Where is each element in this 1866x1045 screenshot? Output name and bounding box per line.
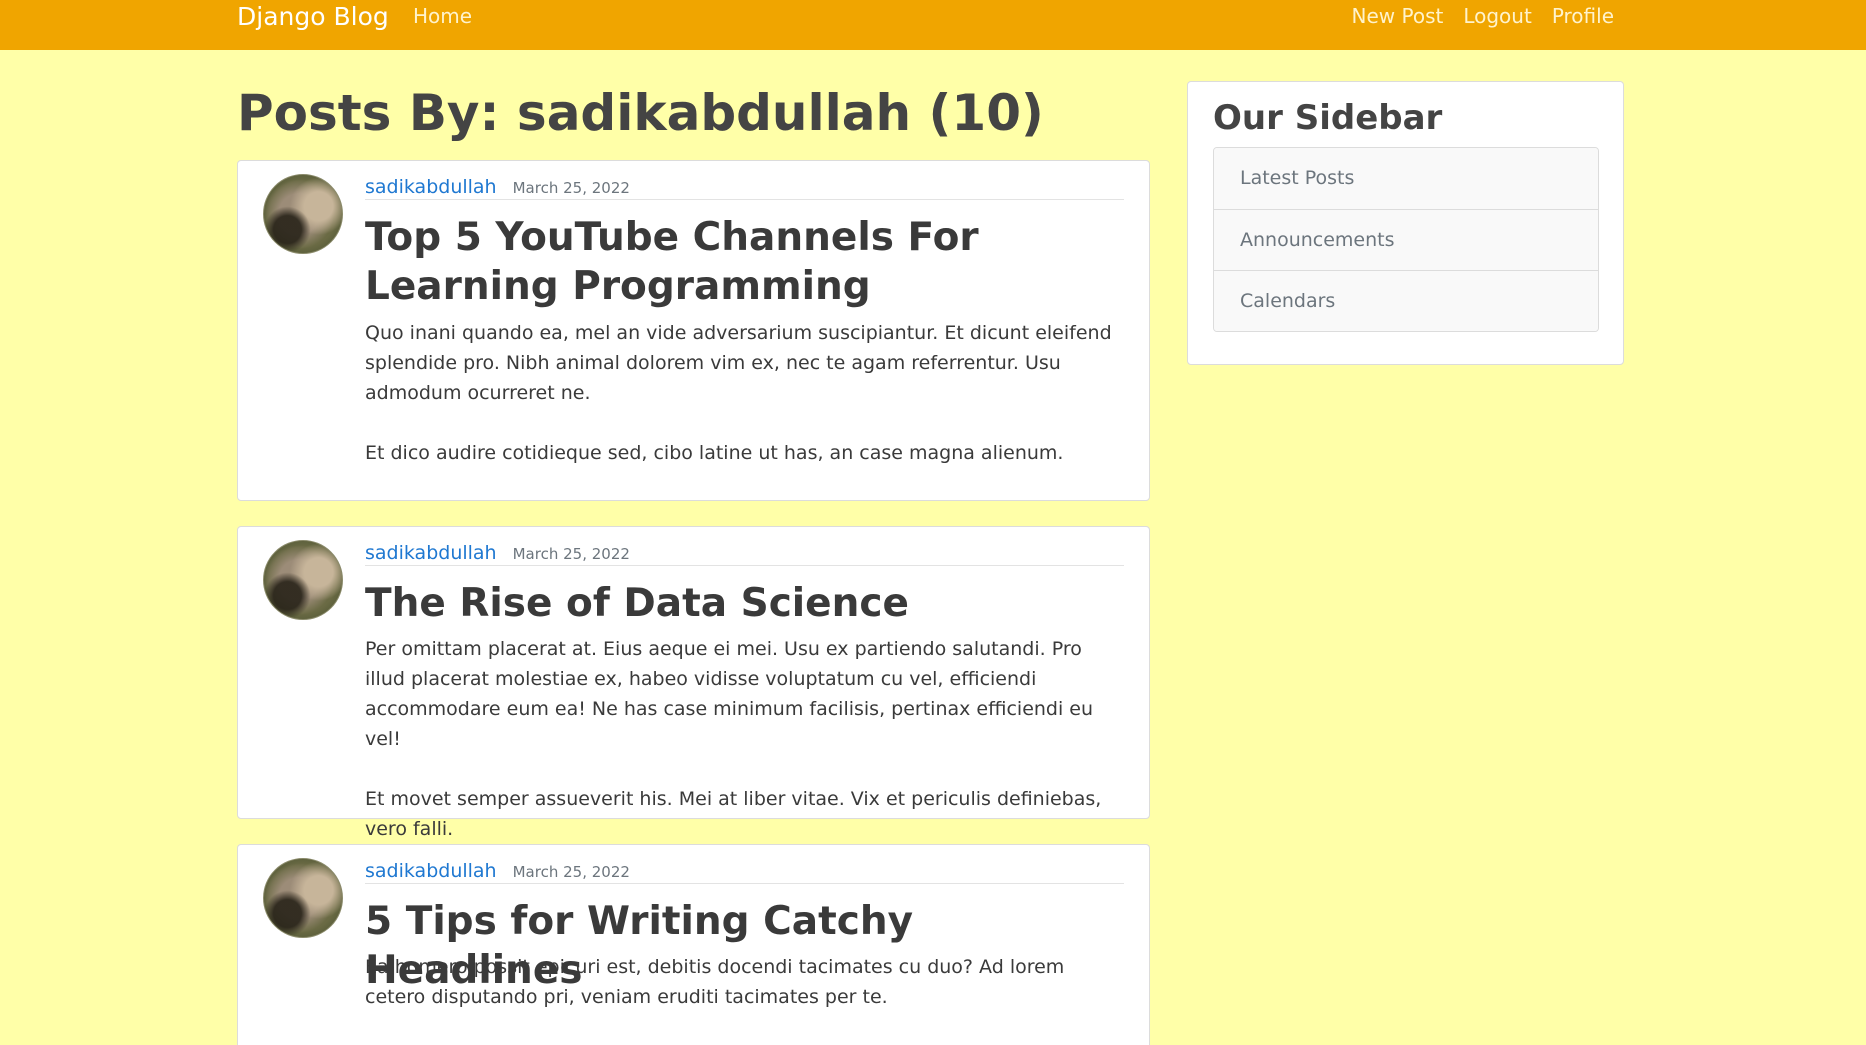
post-content: Ea homero possit epicuri est, debitis do…	[365, 952, 1124, 1012]
post-card: sadikabdullah March 25, 2022 Top 5 YouTu…	[237, 160, 1150, 501]
nav-new-post-link[interactable]: New Post	[1352, 0, 1444, 33]
post-meta: sadikabdullah March 25, 2022	[365, 176, 1124, 200]
post-title-link[interactable]: The Rise of Data Science	[365, 579, 1124, 628]
post-paragraph: Et dico audire cotidieque sed, cibo lati…	[365, 442, 1064, 464]
author-avatar	[263, 540, 343, 620]
post-date: March 25, 2022	[512, 545, 630, 563]
post-card: sadikabdullah March 25, 2022 5 Tips for …	[237, 844, 1150, 1045]
nav-logout-link[interactable]: Logout	[1463, 0, 1531, 33]
nav-home-link[interactable]: Home	[413, 0, 472, 33]
post-author-link[interactable]: sadikabdullah	[365, 542, 497, 564]
brand-link[interactable]: Django Blog	[237, 0, 389, 33]
post-paragraph: Quo inani quando ea, mel an vide adversa…	[365, 322, 1112, 404]
post-paragraph: Et movet semper assueverit his. Mei at l…	[365, 788, 1102, 840]
sidebar-list: Latest Posts Announcements Calendars	[1213, 147, 1599, 332]
nav-profile-link[interactable]: Profile	[1552, 0, 1614, 33]
post-paragraph: Per omittam placerat at. Eius aeque ei m…	[365, 638, 1094, 750]
nav-right-group: New Post Logout Profile	[1352, 0, 1615, 33]
sidebar-title: Our Sidebar	[1213, 98, 1443, 138]
post-author-link[interactable]: sadikabdullah	[365, 176, 497, 198]
post-date: March 25, 2022	[512, 863, 630, 881]
post-paragraph: Ea homero possit epicuri est, debitis do…	[365, 956, 1065, 1008]
post-content: Per omittam placerat at. Eius aeque ei m…	[365, 634, 1124, 844]
post-content: Quo inani quando ea, mel an vide adversa…	[365, 318, 1124, 468]
post-title-link[interactable]: Top 5 YouTube Channels For Learning Prog…	[365, 213, 1124, 311]
post-meta: sadikabdullah March 25, 2022	[365, 542, 1124, 566]
post-card: sadikabdullah March 25, 2022 The Rise of…	[237, 526, 1150, 840]
post-author-link[interactable]: sadikabdullah	[365, 860, 497, 882]
sidebar: Our Sidebar Latest Posts Announcements C…	[1187, 81, 1624, 365]
sidebar-item-announcements[interactable]: Announcements	[1214, 209, 1598, 270]
sidebar-item-latest-posts[interactable]: Latest Posts	[1214, 148, 1598, 209]
author-avatar	[263, 174, 343, 254]
top-navbar: Django Blog Home New Post Logout Profile	[0, 0, 1866, 50]
author-avatar	[263, 858, 343, 938]
post-date: March 25, 2022	[512, 179, 630, 197]
post-meta: sadikabdullah March 25, 2022	[365, 860, 1124, 884]
page-title: Posts By: sadikabdullah (10)	[237, 84, 1044, 142]
sidebar-item-calendars[interactable]: Calendars	[1214, 270, 1598, 331]
